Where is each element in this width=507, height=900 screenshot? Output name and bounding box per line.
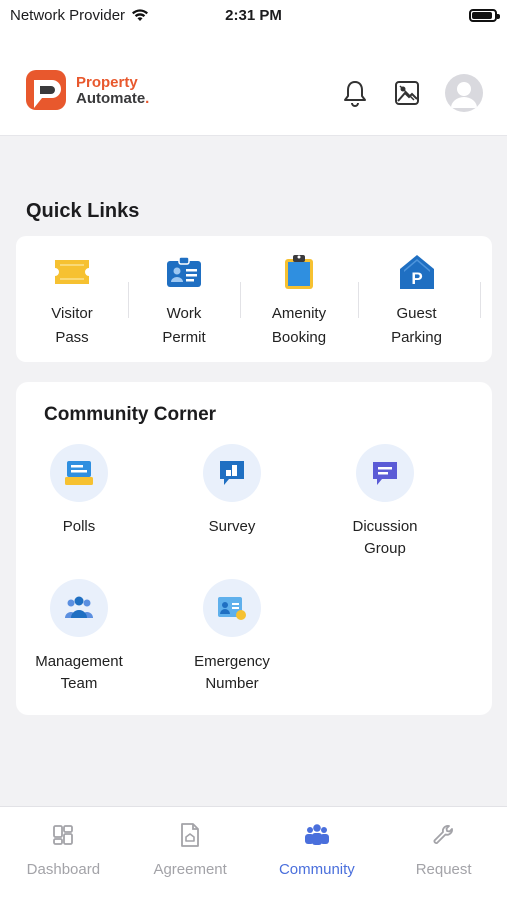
document-icon: [176, 821, 204, 849]
ticket-icon: [52, 252, 92, 292]
chat-icon: [356, 444, 414, 502]
logo-text: Property Automate.: [76, 75, 149, 107]
nav-dashboard[interactable]: Dashboard: [0, 807, 127, 900]
quick-link-label-line2: Parking: [391, 329, 442, 346]
parking-icon: P: [397, 252, 437, 292]
community-item-label: Management Team: [35, 651, 123, 695]
svg-text:P: P: [411, 269, 422, 288]
nav-community[interactable]: Community: [254, 807, 381, 900]
community-item-label: Emergency Number: [194, 651, 270, 695]
quick-link-label-line2: Pass: [55, 329, 89, 346]
logo-dot: .: [145, 90, 150, 107]
quick-link-work-permit[interactable]: Work Permit: [128, 236, 240, 362]
battery-icon: [469, 8, 500, 22]
logo-line2-text: Automate: [76, 90, 146, 107]
community-item-management-team[interactable]: Management Team: [14, 579, 144, 695]
nav-label: Request: [415, 861, 472, 878]
dashboard-icon: [49, 821, 77, 849]
people-icon: [303, 821, 331, 849]
team-icon: [50, 579, 108, 637]
quick-link-visitor-pass[interactable]: Visitor Pass: [16, 236, 128, 362]
bell-icon[interactable]: [341, 79, 369, 107]
community-item-label-line1: Dicussion: [352, 518, 418, 535]
quick-link-label-line1: Guest: [396, 305, 437, 322]
app-header: Property Automate.: [0, 30, 507, 136]
quick-link-label-line2: Permit: [162, 329, 206, 346]
quick-link-label: Amenity Booking: [272, 302, 326, 350]
wifi-icon: [132, 9, 149, 21]
community-item-label-line1: Management: [35, 653, 123, 670]
image-icon[interactable]: [393, 79, 421, 107]
quick-link-label: Work Permit: [162, 302, 205, 350]
bottom-nav: Dashboard Agreement Community Request: [0, 806, 507, 900]
quick-link-label-line1: Amenity: [271, 305, 327, 322]
app-logo[interactable]: Property Automate.: [24, 68, 149, 114]
contact-card-icon: [203, 579, 261, 637]
logo-line1: Property: [76, 74, 138, 91]
community-item-emergency-number[interactable]: Emergency Number: [167, 579, 297, 695]
quick-links-title: Quick Links: [26, 200, 140, 222]
quick-link-label-line2: Booking: [271, 329, 327, 346]
survey-icon: [203, 444, 261, 502]
community-item-label-line2: Team: [60, 675, 98, 692]
status-left: Network Provider: [10, 7, 149, 24]
community-item-survey[interactable]: Survey: [167, 444, 297, 538]
quick-link-label-line1: Work: [166, 305, 202, 322]
community-item-label: Dicussion Group: [352, 516, 417, 560]
nav-label: Dashboard: [26, 861, 101, 878]
quick-link-label-line1: Visitor: [51, 305, 93, 322]
community-item-label: Survey: [209, 516, 256, 538]
logo-line2: Automate.: [76, 91, 149, 107]
id-card-icon: [164, 252, 204, 292]
quick-links-card: Visitor Pass Work Permit Amenity Booking…: [16, 236, 492, 362]
logo-mark-icon: [26, 70, 66, 110]
nav-agreement[interactable]: Agreement: [127, 807, 254, 900]
quick-link-label: Visitor Pass: [51, 302, 92, 350]
community-item-discussion-group[interactable]: Dicussion Group: [320, 444, 450, 560]
avatar[interactable]: [445, 74, 483, 112]
community-item-label-line1: Polls: [62, 518, 96, 535]
community-item-label-line1: Emergency: [194, 653, 270, 670]
header-actions: [341, 74, 483, 112]
nav-label: Community: [278, 861, 355, 878]
community-corner-card: Community Corner Polls Survey Dicussion …: [16, 382, 492, 715]
community-item-label: Polls: [63, 516, 96, 538]
status-bar: Network Provider 2:31 PM: [0, 0, 507, 30]
quick-link-label: Guest Parking: [391, 302, 442, 350]
carrier-label: Network Provider: [10, 6, 126, 24]
nav-label: Agreement: [153, 861, 227, 878]
polls-icon: [50, 444, 108, 502]
community-item-label-line2: Number: [205, 675, 259, 692]
battery-fill: [472, 11, 492, 19]
nav-request[interactable]: Request: [380, 807, 507, 900]
wrench-icon: [430, 821, 458, 849]
quick-link-amenity-booking[interactable]: Amenity Booking: [240, 236, 358, 362]
community-corner-title: Community Corner: [44, 404, 217, 425]
clipboard-icon: [279, 252, 319, 292]
community-item-label-line2: Group: [364, 540, 406, 557]
quick-link-guest-parking[interactable]: P Guest Parking: [358, 236, 481, 362]
community-item-label-line1: Survey: [208, 518, 256, 535]
community-item-polls[interactable]: Polls: [14, 444, 144, 538]
